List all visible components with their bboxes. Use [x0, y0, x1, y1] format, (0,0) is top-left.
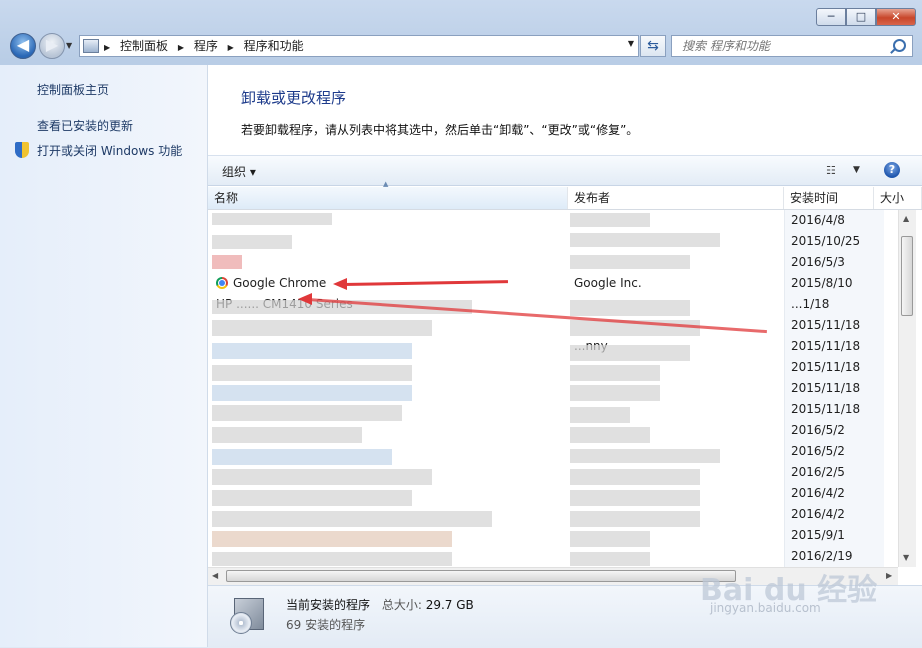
scroll-down-icon[interactable]: ▼	[903, 553, 909, 562]
column-header-name[interactable]: 名称	[208, 187, 568, 209]
breadcrumb: ▶ 控制面板 ▶ 程序 ▶ 程序和功能	[104, 38, 310, 56]
row-install-date: 2015/11/18	[784, 315, 884, 336]
scroll-up-icon[interactable]: ▲	[903, 214, 909, 223]
total-size-value: 29.7 GB	[425, 598, 474, 612]
page-title: 卸载或更改程序	[241, 89, 347, 107]
organize-button[interactable]: 组织 ▾	[222, 163, 256, 180]
table-row[interactable]: 2015/10/25	[208, 231, 898, 252]
row-install-date: 2016/4/8	[784, 210, 884, 231]
row-install-date: 2015/11/18	[784, 378, 884, 399]
watermark-url: jingyan.baidu.com	[710, 601, 821, 615]
row-name	[216, 252, 556, 273]
watermark: Bai du 经验 jingyan.baidu.com	[700, 565, 877, 615]
breadcrumb-programs[interactable]: 程序	[194, 39, 218, 53]
view-options-icon[interactable]: ☷	[826, 164, 836, 177]
search-input[interactable]	[680, 38, 884, 54]
scroll-right-icon[interactable]: ▶	[886, 571, 892, 580]
row-install-date: 2015/8/10	[784, 273, 884, 294]
row-install-date: 2015/11/18	[784, 357, 884, 378]
horizontal-scroll-thumb[interactable]	[226, 570, 736, 582]
view-dropdown-icon[interactable]: ▼	[853, 165, 860, 175]
refresh-button[interactable]: ⇆	[640, 35, 666, 57]
table-header: ▲ 名称 发布者 安装时间 大小	[208, 180, 922, 210]
chevron-right-icon[interactable]: ▶	[178, 43, 184, 52]
command-bar: 组织 ▾ ☷ ▼ ?	[208, 155, 922, 186]
annotation-arrowhead	[333, 278, 347, 290]
maximize-button[interactable]: □	[846, 8, 876, 26]
program-count: 69 安装的程序	[286, 618, 366, 632]
annotation-arrowhead	[298, 293, 312, 305]
row-install-date: 2016/2/5	[784, 462, 884, 483]
search-box[interactable]	[671, 35, 913, 57]
vertical-scroll-thumb[interactable]	[901, 236, 913, 316]
column-header-install-date[interactable]: 安装时间	[784, 187, 874, 209]
row-install-date: 2016/5/2	[784, 441, 884, 462]
page-description: 若要卸载程序，请从列表中将其选中，然后单击“卸载”、“更改”或“修复”。	[241, 123, 639, 137]
row-install-date: 2016/2/19	[784, 546, 884, 567]
status-summary: 当前安装的程序 总大小: 29.7 GB	[286, 596, 474, 613]
row-install-date: 2015/10/25	[784, 231, 884, 252]
sidebar-item-windows-features[interactable]: 打开或关闭 Windows 功能	[37, 142, 182, 159]
sidebar: 控制面板主页 查看已安装的更新 打开或关闭 Windows 功能	[0, 65, 208, 647]
sidebar-item-control-panel-home[interactable]: 控制面板主页	[37, 81, 109, 98]
installed-programs-icon	[230, 594, 266, 634]
scroll-left-icon[interactable]: ◀	[212, 571, 218, 580]
column-header-publisher[interactable]: 发布者	[568, 187, 784, 209]
minimize-button[interactable]: ─	[816, 8, 846, 26]
column-header-size[interactable]: 大小	[874, 187, 922, 209]
row-install-date: 2015/11/18	[784, 399, 884, 420]
row-install-date: 2015/9/1	[784, 525, 884, 546]
status-title: 当前安装的程序	[286, 598, 371, 612]
control-panel-icon	[83, 39, 99, 53]
address-dropdown-icon[interactable]: ▼	[628, 39, 634, 48]
row-install-date: 2015/11/18	[784, 336, 884, 357]
breadcrumb-control-panel[interactable]: 控制面板	[120, 39, 168, 53]
close-button[interactable]: ✕	[876, 8, 916, 26]
main-panel: 卸载或更改程序 若要卸载程序，请从列表中将其选中，然后单击“卸载”、“更改”或“…	[208, 65, 922, 648]
back-button[interactable]: ◀	[10, 33, 36, 59]
row-name-text: Google Chrome	[233, 276, 327, 290]
refresh-icon: ⇆	[647, 38, 659, 54]
chrome-icon	[216, 277, 228, 289]
address-bar[interactable]: ▶ 控制面板 ▶ 程序 ▶ 程序和功能 ▼	[79, 35, 639, 57]
sidebar-item-installed-updates[interactable]: 查看已安装的更新	[37, 117, 133, 134]
help-button[interactable]: ?	[884, 162, 900, 178]
breadcrumb-programs-features[interactable]: 程序和功能	[244, 39, 304, 53]
row-install-date: 2016/4/2	[784, 504, 884, 525]
chevron-right-icon[interactable]: ▶	[104, 43, 110, 52]
search-icon[interactable]	[893, 39, 906, 52]
row-publisher: Google Inc.	[574, 276, 642, 290]
table-row[interactable]: 2016/5/3	[208, 252, 898, 273]
chevron-right-icon[interactable]: ▶	[228, 43, 234, 52]
shield-icon	[15, 142, 29, 158]
total-size-label: 总大小:	[381, 598, 422, 612]
forward-button[interactable]: ▶	[39, 33, 65, 59]
recent-pages-dropdown-icon[interactable]: ▼	[66, 41, 72, 50]
table-row[interactable]: Google Chrome Google Inc. 2015/8/10	[208, 273, 898, 294]
vertical-scrollbar[interactable]: ▲ ▼	[898, 210, 916, 567]
row-install-date: ...1/18	[784, 294, 884, 315]
row-install-date: 2016/5/2	[784, 420, 884, 441]
row-install-date: 2016/4/2	[784, 483, 884, 504]
row-install-date: 2016/5/3	[784, 252, 884, 273]
